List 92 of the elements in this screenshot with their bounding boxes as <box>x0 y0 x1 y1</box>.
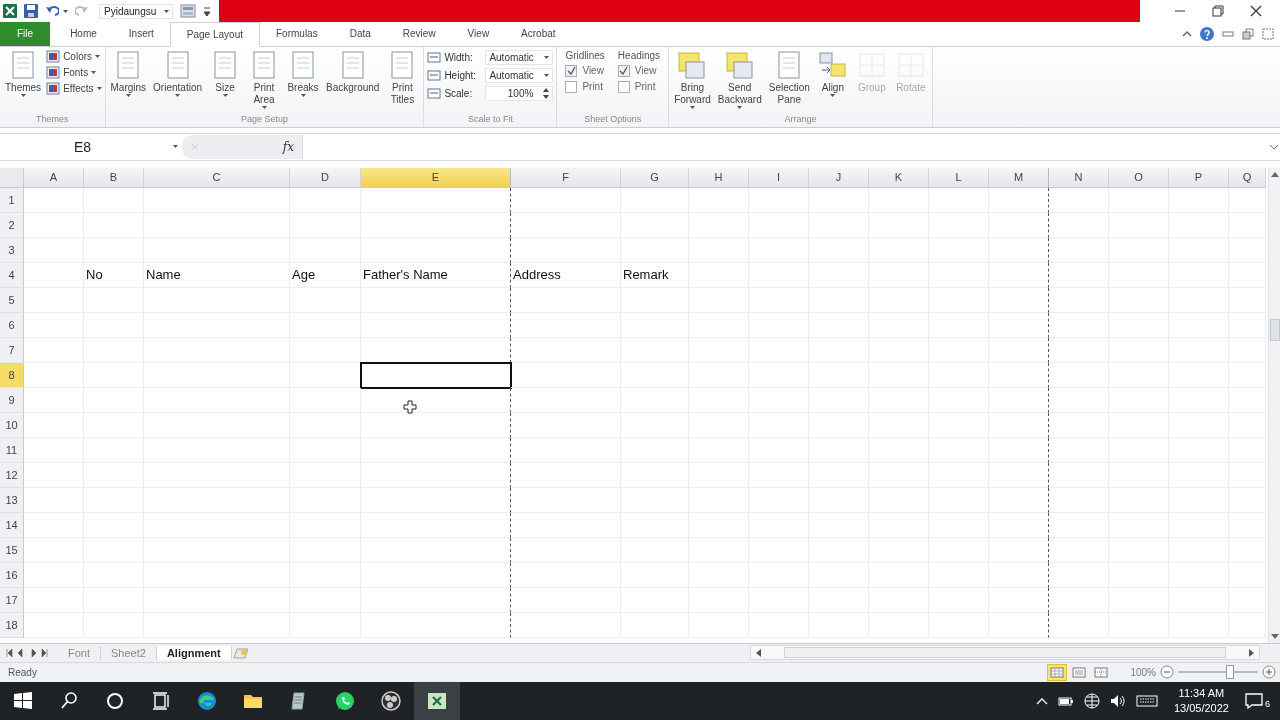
table-cell[interactable]: No <box>84 262 144 288</box>
zoom-level[interactable]: 100% <box>1130 666 1156 678</box>
column-header[interactable]: P <box>1169 167 1229 188</box>
row-header[interactable]: 6 <box>0 312 24 338</box>
ribbon-button[interactable]: Effects <box>46 81 102 95</box>
group-label: Page Setup <box>239 114 289 127</box>
row-header[interactable]: 1 <box>0 187 24 213</box>
option-heading: Headings <box>617 49 661 61</box>
ribbon-button[interactable]: Background <box>324 49 382 94</box>
row-header[interactable]: 10 <box>0 412 24 438</box>
size-dropdown[interactable]: Automatic <box>485 49 554 65</box>
ribbon-button[interactable]: Print Titles <box>384 49 421 106</box>
ribbon-button[interactable]: Bring Forward <box>672 49 713 109</box>
ribbon-button[interactable]: Fonts <box>46 65 102 79</box>
name-box[interactable]: E8 <box>0 138 182 155</box>
group-label: Themes <box>35 114 70 127</box>
option-heading: Gridlines <box>565 49 605 61</box>
column-header[interactable]: O <box>1109 167 1169 188</box>
ribbon-tab[interactable]: Page Layout <box>169 22 260 47</box>
column-header[interactable]: F <box>511 167 621 188</box>
ribbon-tab[interactable]: Formulas <box>260 22 334 46</box>
row-header[interactable]: 16 <box>0 562 24 588</box>
field-label: Scale: <box>444 87 474 99</box>
row-header[interactable]: 3 <box>0 237 24 263</box>
row-header[interactable]: 15 <box>0 537 24 563</box>
table-cell[interactable]: Name <box>144 262 290 288</box>
row-header[interactable]: 7 <box>0 337 24 363</box>
ribbon-tab[interactable]: Acrobat <box>505 22 572 46</box>
column-header[interactable]: I <box>749 167 809 188</box>
column-header[interactable]: E <box>361 167 511 188</box>
ribbon-tab[interactable]: Review <box>386 22 452 46</box>
ribbon-tab[interactable]: Insert <box>112 22 170 46</box>
ribbon-button[interactable]: Print Area <box>246 49 282 109</box>
column-header[interactable]: C <box>144 167 290 188</box>
row-header[interactable]: 2 <box>0 212 24 238</box>
row-header[interactable]: 12 <box>0 462 24 488</box>
ribbon-button[interactable]: Selection Pane <box>766 49 812 106</box>
table-cell[interactable]: Father's Name <box>361 262 511 288</box>
row-header[interactable]: 9 <box>0 387 24 413</box>
table-cell[interactable]: Age <box>290 262 361 288</box>
sheet-tab[interactable]: Alignment <box>156 645 232 660</box>
ribbon-button[interactable]: Orientation <box>151 49 204 97</box>
column-header[interactable]: H <box>689 167 749 188</box>
size-dropdown[interactable]: Automatic <box>485 67 554 83</box>
field-label: Width: <box>444 51 474 63</box>
ribbon-button[interactable]: Size <box>207 49 243 97</box>
ribbon-button[interactable]: Breaks <box>285 49 321 97</box>
ribbon-button[interactable]: Align <box>814 49 851 97</box>
checkbox-option[interactable]: Print <box>617 80 661 93</box>
row-header[interactable]: 14 <box>0 512 24 538</box>
row-header[interactable]: 13 <box>0 487 24 513</box>
table-cell[interactable]: Address <box>511 262 621 288</box>
scale-spinner[interactable]: 100% <box>485 85 554 101</box>
notification-count: 6 <box>1265 699 1270 710</box>
row-header[interactable]: 8 <box>0 362 24 388</box>
row-header[interactable]: 18 <box>0 612 24 638</box>
ribbon-tab[interactable]: View <box>451 22 506 46</box>
ribbon-tab[interactable]: Data <box>333 22 387 46</box>
column-header[interactable]: G <box>621 167 689 188</box>
column-header[interactable]: K <box>869 167 929 188</box>
column-header[interactable]: B <box>84 167 144 188</box>
column-header[interactable]: Q <box>1229 167 1266 188</box>
file-tab[interactable]: File <box>0 22 51 46</box>
group-label: Arrange <box>783 114 818 127</box>
row-header[interactable]: 5 <box>0 287 24 313</box>
column-header[interactable]: A <box>24 167 84 188</box>
column-header[interactable]: L <box>929 167 989 188</box>
clock-time[interactable]: 11:34 AM <box>1178 686 1225 702</box>
clock-date[interactable]: 13/05/2022 <box>1173 701 1229 717</box>
row-header[interactable]: 11 <box>0 437 24 463</box>
checkbox-option[interactable]: View <box>617 64 661 77</box>
column-header[interactable]: N <box>1049 167 1109 188</box>
ribbon-tab[interactable]: Home <box>54 22 113 46</box>
table-cell[interactable]: Remark <box>621 262 689 288</box>
status-text: Ready <box>8 666 37 678</box>
group-label: Sheet Options <box>583 114 643 127</box>
checkbox-option[interactable]: View <box>565 64 605 77</box>
field-label: Height: <box>444 69 478 81</box>
checkbox-option[interactable]: Print <box>565 80 605 93</box>
ribbon-button[interactable]: Themes <box>3 49 44 97</box>
column-header[interactable]: J <box>809 167 869 188</box>
column-header[interactable]: M <box>989 167 1049 188</box>
group-label: Scale to Fit <box>466 114 514 127</box>
ribbon-button[interactable]: Colors <box>46 49 102 63</box>
column-header[interactable]: D <box>290 167 361 188</box>
font-name-field[interactable]: Pyidaungsu <box>99 3 173 19</box>
row-header[interactable]: 4 <box>0 262 24 288</box>
ribbon-button[interactable]: Margins <box>108 49 149 97</box>
insert-function-button[interactable]: fx <box>282 139 294 154</box>
row-header[interactable]: 17 <box>0 587 24 613</box>
ribbon-button[interactable]: Send Backward <box>715 49 764 109</box>
notification-button[interactable]: 6 <box>1245 693 1270 710</box>
